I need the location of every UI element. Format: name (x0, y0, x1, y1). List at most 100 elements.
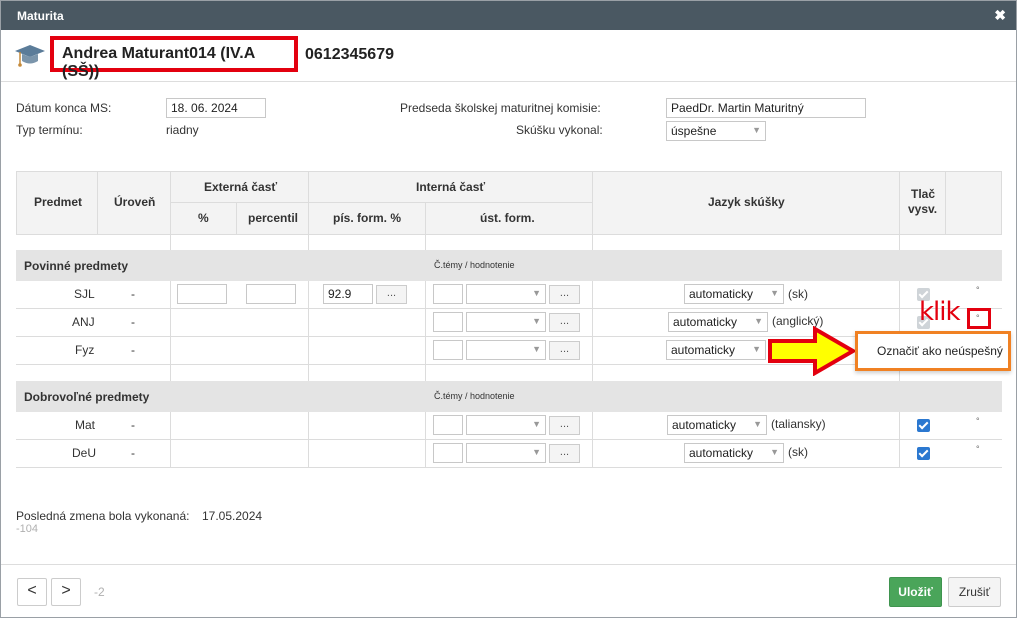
cancel-button[interactable]: Zrušiť (948, 577, 1001, 607)
close-icon[interactable]: ✖ (994, 7, 1006, 24)
context-popup[interactable]: Označiť ako neúspešný (855, 331, 1011, 371)
highlight-box (967, 308, 991, 329)
compulsory-title: Povinné predmety (24, 259, 129, 273)
chevron-down-icon: ▼ (752, 344, 761, 354)
level-deu: - (131, 446, 135, 460)
level-fyz: - (131, 343, 135, 357)
student-name: Andrea Maturant014 (IV.A (SŠ)) (50, 36, 298, 80)
last-change-label: Posledná zmena bola vykonaná: (16, 509, 190, 523)
deu-topic-input[interactable] (433, 443, 463, 463)
col-internal: Interná časť (416, 180, 486, 194)
next-button[interactable]: > (51, 578, 81, 606)
term-type-label: Typ termínu: (16, 123, 83, 137)
sjl-oral-dots-button[interactable]: ... (549, 285, 580, 304)
fyz-language-select[interactable]: automaticky ▼ (666, 340, 766, 360)
mat-oral-dots-button[interactable]: ... (549, 416, 580, 435)
anj-topic-input[interactable] (433, 312, 463, 332)
topics-hint: Č.témy / hodnotenie (434, 391, 515, 401)
deu-language-note: (sk) (788, 445, 808, 459)
student-id: 0612345679 (305, 46, 394, 63)
deu-grade-select[interactable]: ▼ (466, 443, 546, 463)
sjl-language-value: automaticky (689, 287, 754, 301)
fyz-language-value: automaticky (671, 343, 736, 357)
deu-language-select[interactable]: automaticky ▼ (684, 443, 784, 463)
col-subject: Predmet (34, 195, 83, 209)
deu-print-checkbox[interactable] (917, 447, 930, 460)
compulsory-section-header: Povinné predmety Č.témy / hodnotenie (16, 250, 1002, 281)
sjl-written-input[interactable]: 92.9 (323, 284, 373, 304)
anj-language-select[interactable]: automaticky ▼ (668, 312, 768, 332)
maturita-dialog: Maturita ✖ Andrea Maturant014 (IV.A (SŠ)… (0, 0, 1017, 618)
chevron-down-icon: ▼ (532, 447, 541, 457)
result-select[interactable]: úspešne ▼ (666, 121, 766, 141)
topics-hint: Č.témy / hodnotenie (434, 260, 515, 270)
sjl-written-dots-button[interactable]: ... (376, 285, 407, 304)
deu-oral-dots-button[interactable]: ... (549, 444, 580, 463)
subject-deu: DeU (72, 446, 97, 460)
term-type-value: riadny (166, 123, 199, 137)
col-percent: % (198, 211, 209, 225)
col-external: Externá časť (204, 180, 278, 194)
subject-sjl: SJL (74, 287, 95, 301)
deu-language-value: automaticky (689, 446, 754, 460)
end-date-field[interactable]: 18. 06. 2024 (166, 98, 266, 118)
page-indicator: -2 (94, 585, 105, 599)
col-language: Jazyk skúšky (708, 195, 785, 209)
table-header (16, 171, 1002, 235)
dialog-titlebar: Maturita ✖ (1, 1, 1016, 30)
level-anj: - (131, 315, 135, 329)
sjl-language-select[interactable]: automaticky ▼ (684, 284, 784, 304)
result-select-value: úspešne (671, 124, 717, 138)
chevron-down-icon: ▼ (532, 419, 541, 429)
sjl-percentile-input[interactable] (246, 284, 296, 304)
fyz-topic-input[interactable] (433, 340, 463, 360)
sjl-status-marker[interactable]: ° (976, 285, 980, 295)
subject-fyz: Fyz (75, 343, 95, 357)
level-sjl: - (131, 287, 135, 301)
sjl-percent-input[interactable] (177, 284, 227, 304)
chevron-down-icon: ▼ (532, 316, 541, 326)
klik-annotation: klik (919, 297, 961, 327)
mat-language-value: automaticky (672, 418, 737, 432)
mat-grade-select[interactable]: ▼ (466, 415, 546, 435)
fyz-grade-select[interactable]: ▼ (466, 340, 546, 360)
dialog-title: Maturita (17, 9, 64, 23)
mat-topic-input[interactable] (433, 415, 463, 435)
end-date-label: Dátum konca MS: (16, 101, 112, 115)
sjl-topic-input[interactable] (433, 284, 463, 304)
mark-failed-option[interactable]: Označiť ako neúspešný (877, 344, 1003, 358)
chevron-down-icon: ▼ (770, 288, 779, 298)
col-percentile: percentil (248, 211, 299, 225)
chevron-down-icon: ▼ (754, 316, 763, 326)
prev-button[interactable]: < (17, 578, 47, 606)
record-code: -104 (16, 523, 39, 535)
level-mat: - (131, 418, 135, 432)
deu-status-marker[interactable]: ° (976, 444, 980, 454)
mat-print-checkbox[interactable] (917, 419, 930, 432)
anj-language-value: automaticky (673, 315, 738, 329)
optional-section-header: Dobrovoľné predmety Č.témy / hodnotenie (16, 381, 1002, 412)
col-written: pís. form. % (333, 211, 402, 225)
anj-grade-select[interactable]: ▼ (466, 312, 546, 332)
col-level: Úroveň (114, 195, 156, 209)
mat-language-select[interactable]: automaticky ▼ (667, 415, 767, 435)
col-oral: úst. form. (480, 211, 535, 225)
student-header: Andrea Maturant014 (IV.A (SŠ)) 061234567… (1, 30, 1016, 82)
chevron-down-icon: ▼ (770, 447, 779, 457)
mat-language-note: (taliansky) (771, 417, 826, 431)
subject-mat: Mat (75, 418, 96, 432)
chevron-down-icon: ▼ (532, 344, 541, 354)
chair-field[interactable]: PaedDr. Martin Maturitný (666, 98, 866, 118)
chevron-down-icon: ▼ (752, 125, 761, 135)
col-print-line2: vysv. (908, 202, 938, 216)
anj-oral-dots-button[interactable]: ... (549, 313, 580, 332)
sjl-grade-select[interactable]: ▼ (466, 284, 546, 304)
fyz-oral-dots-button[interactable]: ... (549, 341, 580, 360)
col-print-line1: Tlač (911, 187, 936, 201)
optional-title: Dobrovoľné predmety (24, 390, 150, 404)
yellow-arrow-icon (768, 326, 857, 376)
mat-status-marker[interactable]: ° (976, 416, 980, 426)
chair-label: Predseda školskej maturitnej komisie: (400, 101, 601, 115)
save-button[interactable]: Uložiť (889, 577, 942, 607)
subject-anj: ANJ (72, 315, 95, 329)
